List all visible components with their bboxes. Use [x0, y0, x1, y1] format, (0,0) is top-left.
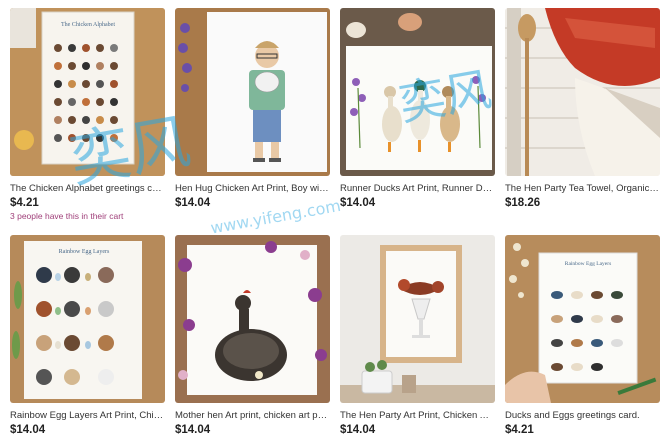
product-title[interactable]: Hen Hug Chicken Art Print, Boy with p... — [175, 183, 330, 195]
product-card-rainbow-egg-layers[interactable]: Rainbow Egg Layers Rainbow Egg Layers Ar… — [10, 235, 165, 436]
product-image-ducks-and-eggs[interactable]: Rainbow Egg Layers — [505, 235, 660, 403]
product-image-hen-party-towel[interactable] — [505, 8, 660, 176]
product-title[interactable]: Runner Ducks Art Print, Runner Ducks i..… — [340, 183, 495, 195]
cart-note: 3 people have this in their cart — [10, 211, 124, 221]
product-price: $4.21 — [10, 197, 39, 209]
product-price: $4.21 — [505, 424, 534, 436]
product-price: $14.04 — [10, 424, 46, 436]
product-title[interactable]: The Hen Party Tea Towel, Organic Cott... — [505, 183, 660, 195]
product-price: $14.04 — [175, 197, 211, 209]
product-image-runner-ducks[interactable] — [340, 8, 495, 176]
product-image-hen-party-print[interactable] — [340, 235, 495, 403]
product-title[interactable]: Ducks and Eggs greetings card. — [505, 410, 660, 422]
product-title[interactable]: The Chicken Alphabet greetings card, ... — [10, 183, 165, 195]
product-title[interactable]: The Hen Party Art Print, Chicken Art Pr.… — [340, 410, 495, 422]
product-image-hen-hug[interactable] — [175, 8, 330, 176]
card-title-text: Rainbow Egg Layers — [58, 249, 110, 255]
product-grid: The Chicken Alphabet The Chicken Alphabe… — [10, 8, 660, 436]
product-card-chicken-alphabet[interactable]: The Chicken Alphabet The Chicken Alphabe… — [10, 8, 165, 221]
product-image-rainbow-egg-layers[interactable]: Rainbow Egg Layers — [10, 235, 165, 403]
product-image-mother-hen[interactable] — [175, 235, 330, 403]
product-card-mother-hen[interactable]: Mother hen Art print, chicken art print,… — [175, 235, 330, 436]
product-price: $14.04 — [340, 424, 376, 436]
product-card-hen-party-towel[interactable]: The Hen Party Tea Towel, Organic Cott...… — [505, 8, 660, 221]
product-card-hen-party-print[interactable]: The Hen Party Art Print, Chicken Art Pr.… — [340, 235, 495, 436]
product-card-ducks-and-eggs[interactable]: Rainbow Egg Layers Ducks and Eggs greeti… — [505, 235, 660, 436]
product-card-hen-hug[interactable]: Hen Hug Chicken Art Print, Boy with p...… — [175, 8, 330, 221]
product-title[interactable]: Mother hen Art print, chicken art print,… — [175, 410, 330, 422]
product-title[interactable]: Rainbow Egg Layers Art Print, Chicken ..… — [10, 410, 165, 422]
product-price: $14.04 — [340, 197, 376, 209]
card-title-text: Rainbow Egg Layers — [564, 261, 612, 267]
card-title-text: The Chicken Alphabet — [61, 22, 115, 28]
product-image-chicken-alphabet[interactable]: The Chicken Alphabet — [10, 8, 165, 176]
product-price: $14.04 — [175, 424, 211, 436]
product-card-runner-ducks[interactable]: Runner Ducks Art Print, Runner Ducks i..… — [340, 8, 495, 221]
product-price: $18.26 — [505, 197, 541, 209]
